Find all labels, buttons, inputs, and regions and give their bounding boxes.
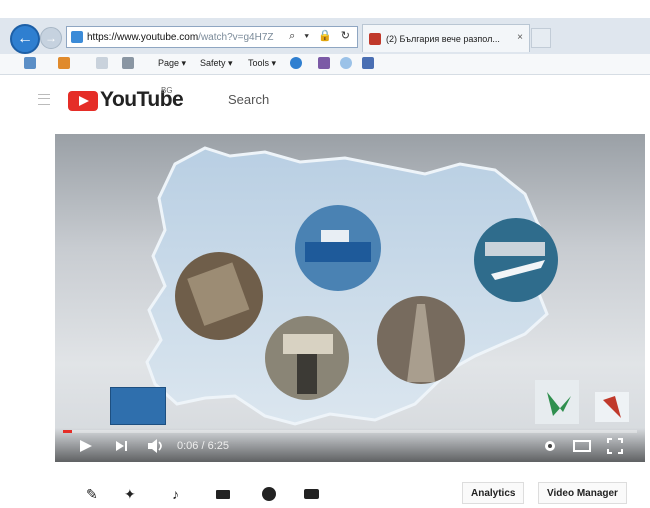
read-mail-icon[interactable] — [96, 57, 108, 69]
home-icon[interactable] — [24, 57, 36, 69]
volume-icon[interactable] — [147, 438, 165, 454]
tab-close-icon[interactable]: × — [517, 32, 523, 43]
eu-logo-mark — [535, 380, 579, 424]
audio-note-icon[interactable]: ♪ — [172, 486, 179, 502]
progress-played — [63, 430, 73, 433]
theater-mode-icon[interactable] — [573, 440, 591, 452]
annotations-icon[interactable] — [216, 490, 230, 499]
forward-arrow-icon: → — [45, 31, 57, 45]
site-favicon-icon — [71, 31, 83, 43]
info-icon[interactable] — [262, 487, 276, 501]
video-manager-button[interactable]: Video Manager — [538, 482, 627, 504]
duration: 6:25 — [207, 440, 230, 452]
forward-button[interactable]: → — [40, 27, 62, 49]
tab-favicon-icon — [369, 32, 381, 45]
help-icon[interactable] — [290, 57, 302, 69]
analytics-button[interactable]: Analytics — [462, 482, 525, 504]
next-icon[interactable] — [115, 440, 129, 452]
player-controls: 0:06 / 6:25 — [55, 428, 645, 462]
safety-menu[interactable]: Safety ▾ — [200, 58, 233, 69]
subtitles-cc-icon[interactable] — [304, 489, 319, 499]
url-path: /watch?v=g4H7Z — [198, 31, 274, 43]
command-bar: Page ▾ Safety ▾ Tools ▾ — [0, 54, 650, 75]
browser-tab-active[interactable]: (2) България вече разпол... × — [362, 24, 530, 52]
time-display: 0:06 / 6:25 — [177, 440, 230, 452]
tools-menu[interactable]: Tools ▾ — [248, 58, 276, 69]
progress-bar[interactable] — [63, 430, 637, 433]
enhancements-wand-icon[interactable]: ✦ — [124, 486, 136, 503]
print-icon[interactable] — [122, 57, 134, 69]
address-bar[interactable]: https://www.youtube.com/watch?v=g4H7Z ⌕ … — [66, 26, 358, 48]
feeds-icon[interactable] — [58, 57, 70, 69]
settings-gear-icon[interactable] — [543, 439, 557, 453]
addon-icon[interactable] — [340, 57, 352, 69]
photo-airport — [474, 218, 558, 302]
play-icon[interactable] — [79, 439, 93, 453]
onenote-icon[interactable] — [362, 57, 374, 69]
country-code: BG — [161, 86, 173, 95]
page-menu[interactable]: Page ▾ — [158, 58, 186, 69]
back-arrow-icon: ← — [17, 30, 33, 47]
fullscreen-icon[interactable] — [607, 438, 623, 454]
youtube-play-logo-icon[interactable] — [68, 91, 98, 111]
tab-title: (2) България вече разпол... — [386, 33, 500, 44]
current-time: 0:06 — [177, 440, 199, 452]
address-tools[interactable]: ⌕ ▾ 🔒 ↻ — [289, 29, 353, 43]
research-icon[interactable] — [318, 57, 330, 69]
hamburger-menu-icon[interactable] — [38, 94, 50, 105]
url-domain: https://www.youtube.com — [87, 31, 199, 43]
back-button[interactable]: ← — [10, 24, 40, 54]
thumbnail-preview — [110, 387, 166, 425]
new-tab-button[interactable] — [531, 28, 551, 48]
search-input[interactable]: Search — [220, 88, 550, 112]
edit-pencil-icon[interactable]: ✎ — [86, 486, 98, 503]
